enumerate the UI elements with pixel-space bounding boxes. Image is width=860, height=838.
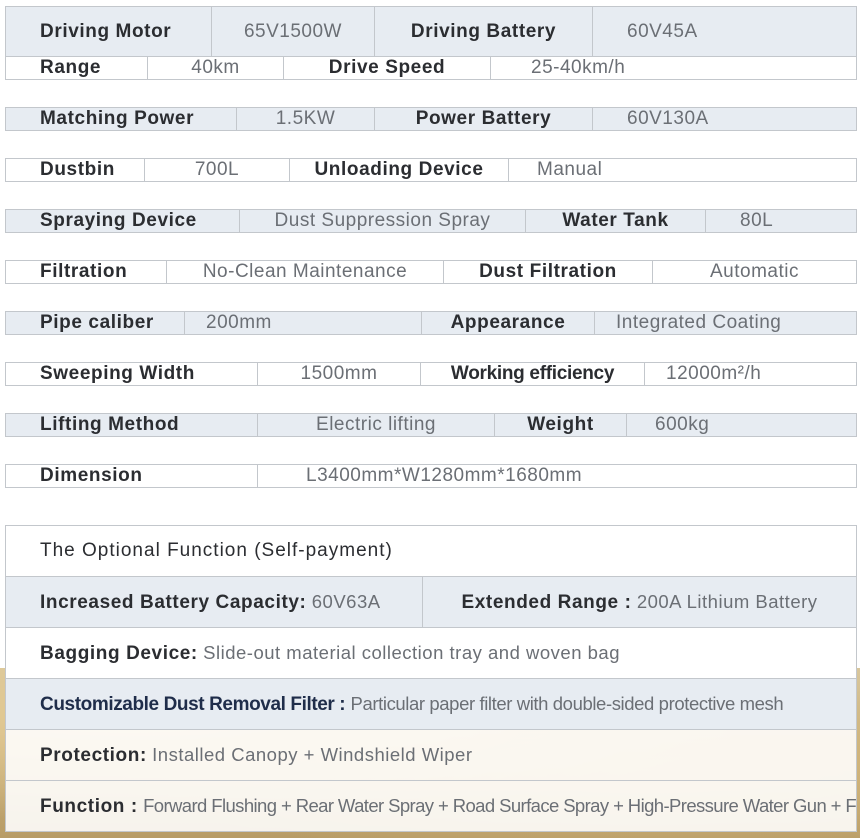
spec-label: Drive Speed [283,56,491,80]
bagging-device-label: Bagging Device: [40,642,198,664]
spec-table: Spraying Device Dust Suppression Spray W… [5,209,857,233]
spec-table: Dustbin 700L Unloading Device Manual [5,158,857,182]
spec-value: 200mm [184,311,422,335]
spec-row: Sweeping Width 1500mm Working efficiency… [5,362,857,386]
bagging-device-value: Slide-out material collection tray and w… [203,641,620,663]
spec-row: Pipe caliber 200mm Appearance Integrated… [5,311,857,335]
spec-label: Unloading Device [289,158,509,182]
optional-row: Increased Battery Capacity: 60V63A Exten… [5,576,857,628]
protection-cell: Protection: Installed Canopy + Windshiel… [5,729,857,781]
spec-value: No-Clean Maintenance [166,260,444,284]
spec-label: Driving Motor [5,6,212,58]
optional-function-title: The Optional Function (Self-payment) [5,525,857,577]
spec-row: Driving Motor 65V1500W Driving Battery 6… [5,6,857,58]
spec-table: Pipe caliber 200mm Appearance Integrated… [5,311,857,335]
spec-value: 600kg [626,413,857,437]
spec-label: Filtration [5,260,167,284]
spec-value: 65V1500W [211,6,375,58]
spec-label: Appearance [421,311,595,335]
spec-value: 1.5KW [236,107,375,131]
spec-row: Dustbin 700L Unloading Device Manual [5,158,857,182]
dust-filter-cell: Customizable Dust Removal Filter : Parti… [5,678,857,730]
spec-row: Dimension L3400mm*W1280mm*1680mm [5,464,857,488]
spec-table: Filtration No-Clean Maintenance Dust Fil… [5,260,857,284]
spec-row: Filtration No-Clean Maintenance Dust Fil… [5,260,857,284]
spec-value: 700L [144,158,290,182]
battery-capacity-value: 60V63A [311,590,381,612]
spec-row: Lifting Method Electric lifting Weight 6… [5,413,857,437]
spec-value: Integrated Coating [594,311,857,335]
spec-value: 60V45A [592,6,857,58]
spec-value: Automatic [652,260,857,284]
optional-row: Bagging Device: Slide-out material colle… [5,627,857,679]
extended-range-value: 200A Lithium Battery [636,590,818,612]
spec-value: Manual [508,158,857,182]
spec-table: Dimension L3400mm*W1280mm*1680mm [5,464,857,488]
function-value: Forward Flushing + Rear Water Spray + Ro… [143,794,857,816]
spec-label: Range [5,56,148,80]
function-label: Function : [40,795,138,817]
spec-label: Lifting Method [5,413,258,437]
spec-label: Spraying Device [5,209,240,233]
spec-label: Working efficiency [420,362,645,386]
protection-value: Installed Canopy + Windshield Wiper [152,743,473,765]
spec-label: Matching Power [5,107,237,131]
optional-row: Protection: Installed Canopy + Windshiel… [5,729,857,781]
spec-label: Water Tank [525,209,706,233]
optional-title-row: The Optional Function (Self-payment) [5,525,857,577]
spec-label: Dustbin [5,158,145,182]
spec-label: Sweeping Width [5,362,258,386]
optional-row: Function : Forward Flushing + Rear Water… [5,780,857,832]
optional-row: Customizable Dust Removal Filter : Parti… [5,678,857,730]
spec-table: Range 40km Drive Speed 25-40km/h [5,56,857,80]
spec-value: 12000m²/h [644,362,857,386]
extended-range-cell: Extended Range : 200A Lithium Battery [422,576,857,628]
spec-value: 25-40km/h [490,56,857,80]
spec-row: Spraying Device Dust Suppression Spray W… [5,209,857,233]
battery-capacity-label: Increased Battery Capacity: [40,591,307,613]
spec-table: Driving Motor 65V1500W Driving Battery 6… [5,6,857,58]
spec-label: Weight [494,413,627,437]
spec-value: Dust Suppression Spray [239,209,526,233]
optional-function-table: The Optional Function (Self-payment) Inc… [5,525,857,832]
spec-table: Lifting Method Electric lifting Weight 6… [5,413,857,437]
protection-label: Protection: [40,744,147,766]
bagging-device-cell: Bagging Device: Slide-out material colle… [5,627,857,679]
spec-label: Dimension [5,464,258,488]
spec-label: Dust Filtration [443,260,653,284]
spec-row: Range 40km Drive Speed 25-40km/h [5,56,857,80]
battery-capacity-cell: Increased Battery Capacity: 60V63A [5,576,423,628]
spec-value: 40km [147,56,284,80]
spec-label: Driving Battery [374,6,593,58]
function-cell: Function : Forward Flushing + Rear Water… [5,780,857,832]
spec-table: Sweeping Width 1500mm Working efficiency… [5,362,857,386]
spec-label: Pipe caliber [5,311,185,335]
spec-value: 1500mm [257,362,421,386]
spec-row: Matching Power 1.5KW Power Battery 60V13… [5,107,857,131]
extended-range-label: Extended Range : [461,591,632,613]
spec-value: L3400mm*W1280mm*1680mm [257,464,857,488]
dust-filter-value: Particular paper filter with double-side… [350,692,784,714]
spec-value: 80L [705,209,857,233]
spec-value: 60V130A [592,107,857,131]
dust-filter-label: Customizable Dust Removal Filter : [40,693,346,715]
spec-value: Electric lifting [257,413,495,437]
spec-table: Matching Power 1.5KW Power Battery 60V13… [5,107,857,131]
spec-label: Power Battery [374,107,593,131]
